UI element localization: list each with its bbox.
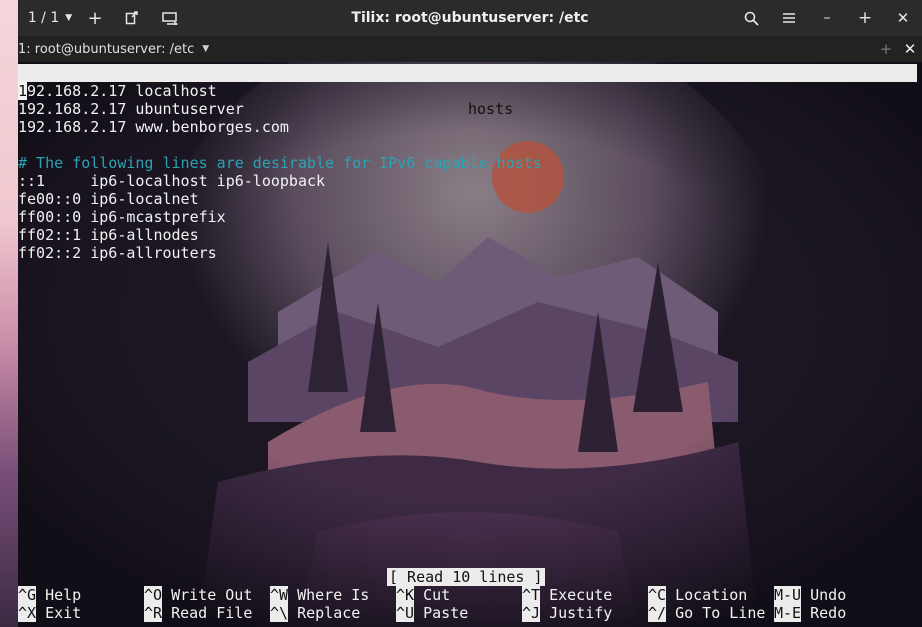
close-button[interactable]: ✕ — [884, 4, 922, 32]
file-line: 192.168.2.17 localhost — [18, 82, 217, 100]
chevron-down-icon: ▼ — [202, 44, 210, 54]
nano-filename: hosts — [468, 100, 514, 118]
session-switcher-button[interactable]: 1 / 1 ▼ — [22, 4, 78, 32]
maximize-icon: + — [857, 8, 873, 28]
shortcut-write-out: ^O Write Out — [144, 586, 253, 604]
shortcut-cut: ^K Cut — [396, 586, 451, 604]
shortcut-justify: ^J Justify — [522, 604, 613, 622]
session-switcher-label: 1 / 1 — [27, 10, 60, 26]
text-cursor: 1 — [18, 82, 28, 100]
close-terminal-icon[interactable]: ✕ — [898, 40, 922, 58]
desktop-wallpaper — [0, 0, 18, 627]
sidebar-toggle-button[interactable] — [152, 4, 188, 32]
terminal-titlebar: 1: root@ubuntuserver: /etc ▼ + ✕ — [18, 36, 922, 62]
terminal-title-button[interactable]: 1: root@ubuntuserver: /etc ▼ — [18, 42, 209, 57]
shortcut-exit: ^X Exit — [18, 604, 82, 622]
shortcut-execute: ^T Execute — [522, 586, 613, 604]
shortcut-go-to-line: ^/ Go To Line — [648, 604, 766, 622]
shortcut-help: ^G Help — [18, 586, 82, 604]
add-terminal-icon[interactable]: + — [874, 40, 898, 58]
search-icon — [744, 11, 759, 26]
shortcut-read-file: ^R Read File — [144, 604, 253, 622]
file-line-comment: # The following lines are desirable for … — [18, 154, 542, 172]
file-line: ff02::1 ip6-allnodes — [18, 226, 199, 244]
detach-button[interactable] — [112, 4, 152, 32]
minimize-icon: – — [823, 10, 831, 26]
terminal-background-image — [18, 62, 922, 627]
shortcut-location: ^C Location — [648, 586, 748, 604]
search-button[interactable] — [732, 4, 770, 32]
shortcut-paste: ^U Paste — [396, 604, 469, 622]
shortcut-where-is: ^W Where Is — [270, 586, 370, 604]
menu-icon — [783, 13, 795, 23]
add-session-button[interactable]: + — [78, 4, 112, 32]
add-icon: + — [87, 7, 103, 29]
file-line: ff02::2 ip6-allrouters — [18, 244, 217, 262]
file-line: 192.168.2.17 ubuntuserver — [18, 100, 244, 118]
file-line: fe00::0 ip6-localnet — [18, 190, 199, 208]
shortcut-redo: M-E Redo — [774, 604, 847, 622]
nano-status-message: [ Read 10 lines ] — [387, 568, 545, 586]
file-line: ff00::0 ip6-mcastprefix — [18, 208, 226, 226]
shortcut-replace: ^\ Replace — [270, 604, 361, 622]
detach-icon — [125, 11, 138, 25]
maximize-button[interactable]: + — [846, 4, 884, 32]
close-icon: ✕ — [896, 9, 910, 27]
terminal-title: 1: root@ubuntuserver: /etc — [18, 41, 195, 57]
terminal-view[interactable]: GNU nano 6.2 hosts 192.168.2.17 localhos… — [18, 62, 922, 627]
file-line: ::1 ip6-localhost ip6-loopback — [18, 172, 326, 190]
minimize-button[interactable]: – — [808, 4, 846, 32]
file-line: 192.168.2.17 www.benborges.com — [18, 118, 289, 136]
sidebar-icon — [162, 11, 178, 25]
chevron-down-icon: ▼ — [65, 13, 73, 23]
window-headerbar: 1 / 1 ▼ + Tilix: root@ubuntuserver: /etc — [18, 0, 922, 36]
nano-titlebar: GNU nano 6.2 hosts — [18, 64, 917, 118]
menu-button[interactable] — [770, 4, 808, 32]
shortcut-undo: M-U Undo — [774, 586, 847, 604]
